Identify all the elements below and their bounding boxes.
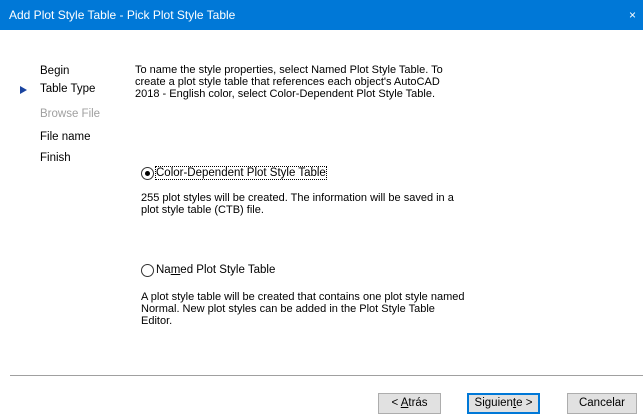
named-option[interactable]: Named Plot Style Table <box>141 262 275 278</box>
close-icon[interactable]: × <box>629 0 643 30</box>
next-button[interactable]: Siguiente > <box>467 393 540 414</box>
label-part: e > <box>516 397 533 409</box>
named-label[interactable]: Named Plot Style Table <box>156 264 275 276</box>
intro-line: create a plot style table that reference… <box>135 76 440 88</box>
named-radio[interactable] <box>141 263 154 277</box>
label-part: ed Plot Style Table <box>180 264 276 276</box>
named-description: A plot style table will be created that … <box>141 291 521 327</box>
description-line: Normal. New plot styles can be added in … <box>141 303 435 315</box>
cancel-button[interactable]: Cancelar <box>567 393 637 414</box>
triangle-right-icon <box>20 86 27 94</box>
label-part: Na <box>156 264 171 276</box>
footer-separator <box>10 375 643 376</box>
step-browse-file: Browse File <box>40 108 101 120</box>
color-dependent-option[interactable]: Color-Dependent Plot Style Table <box>141 165 327 181</box>
step-table-type: Table Type <box>40 83 96 95</box>
color-dependent-label[interactable]: Color-Dependent Plot Style Table <box>155 166 327 180</box>
window-title: Add Plot Style Table - Pick Plot Style T… <box>9 8 236 22</box>
description-line: plot style table (CTB) file. <box>141 204 264 216</box>
accelerator-key: m <box>170 264 181 276</box>
color-dependent-description: 255 plot styles will be created. The inf… <box>141 192 521 216</box>
description-line: A plot style table will be created that … <box>141 291 465 303</box>
back-button[interactable]: < Atrás <box>378 393 441 414</box>
intro-text: To name the style properties, select Nam… <box>135 64 515 100</box>
description-line: Editor. <box>141 315 173 327</box>
label-part: trás <box>408 397 428 409</box>
title-bar: Add Plot Style Table - Pick Plot Style T… <box>0 0 643 30</box>
color-dependent-radio[interactable] <box>141 166 154 180</box>
label-part: Siguien <box>474 397 513 409</box>
step-file-name: File name <box>40 131 91 143</box>
label-part: < <box>391 397 401 409</box>
description-line: 255 plot styles will be created. The inf… <box>141 192 454 204</box>
wizard-body: Begin Table Type Browse File File name F… <box>0 30 643 414</box>
step-finish: Finish <box>40 152 71 164</box>
step-begin: Begin <box>40 65 70 77</box>
intro-line: 2018 - English color, select Color-Depen… <box>135 88 436 100</box>
intro-line: To name the style properties, select Nam… <box>135 64 443 76</box>
